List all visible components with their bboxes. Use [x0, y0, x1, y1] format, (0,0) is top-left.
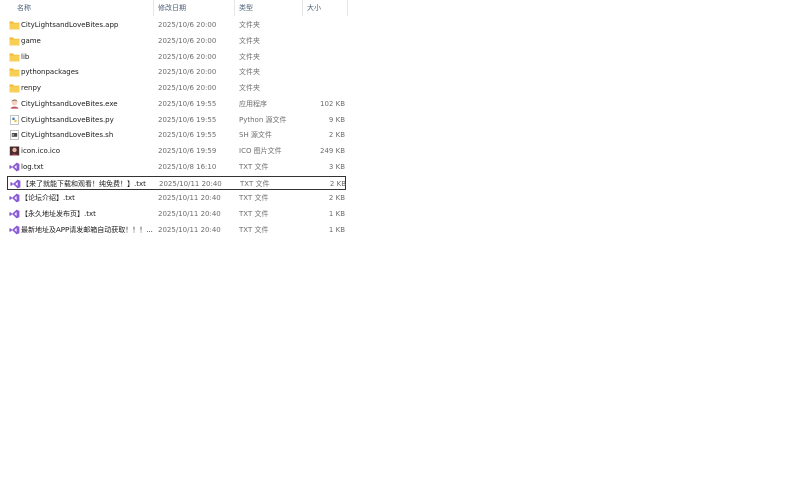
file-type: 文件夹	[239, 21, 260, 29]
folder-icon	[9, 67, 20, 77]
file-type: 应用程序	[239, 99, 267, 108]
file-name: CityLightsandLoveBites.sh	[21, 131, 114, 140]
folder-icon	[9, 83, 20, 93]
file-size	[297, 81, 345, 95]
file-modified-date: 2025/10/6 20:00	[158, 21, 217, 29]
file-row[interactable]: renpy 2025/10/6 20:00 文件夹	[7, 81, 346, 95]
file-name: 【永久地址发布页】.txt	[21, 210, 96, 218]
file-name: renpy	[21, 84, 42, 92]
file-name: CityLightsandLoveBites.app	[21, 21, 119, 29]
file-size: 3 KB	[328, 162, 345, 171]
file-modified-date: 2025/10/11 20:40	[158, 225, 221, 234]
folder-icon	[9, 52, 20, 62]
vs-text-file-icon	[9, 193, 20, 203]
file-name: 【论坛介绍】.txt	[21, 194, 75, 203]
file-size: 1 KB	[328, 225, 345, 234]
file-size	[297, 34, 345, 48]
column-divider[interactable]	[302, 0, 303, 16]
file-size	[297, 65, 345, 79]
file-row[interactable]: game 2025/10/6 20:00 文件夹	[7, 34, 346, 48]
folder-icon	[9, 36, 20, 46]
file-size: 2 KB	[328, 131, 345, 140]
vs-text-file-icon	[9, 225, 20, 235]
column-divider[interactable]	[153, 0, 154, 16]
vs-text-file-icon	[9, 162, 20, 172]
file-type: TXT 文件	[239, 194, 269, 203]
file-type: ICO 图片文件	[239, 147, 282, 155]
python-file-icon	[9, 114, 20, 125]
column-header-type[interactable]: 类型	[239, 0, 299, 16]
file-modified-date: 2025/10/6 20:00	[158, 84, 217, 92]
file-type: TXT 文件	[240, 179, 270, 188]
file-modified-date: 2025/10/6 19:59	[158, 147, 217, 155]
column-divider[interactable]	[347, 0, 348, 16]
file-type: 文件夹	[239, 68, 260, 77]
file-size: 2 KB	[329, 179, 346, 188]
file-name: lib	[21, 52, 30, 61]
file-name: CityLightsandLoveBites.py	[21, 115, 114, 124]
column-header-bar: ^ 名称 修改日期 类型 大小	[0, 0, 350, 16]
file-type: Python 源文件	[239, 115, 287, 124]
file-row[interactable]: log.txt 2025/10/8 16:10 TXT 文件 3 KB	[7, 160, 346, 174]
file-row-selected[interactable]: 【来了就能下载和观看！纯免费！】.txt 2025/10/11 20:40 TXT …	[7, 175, 346, 190]
file-size: 1 KB	[328, 210, 345, 218]
file-row[interactable]: CityLightsandLoveBites.exe 2025/10/6 19:5…	[7, 97, 346, 111]
app-exe-icon	[9, 99, 20, 109]
file-size: 2 KB	[328, 194, 345, 203]
column-header-size[interactable]: 大小	[307, 0, 347, 16]
file-row[interactable]: 【永久地址发布页】.txt 2025/10/11 20:40 TXT 文件 1 KB	[7, 207, 346, 221]
file-modified-date: 2025/10/6 19:55	[158, 99, 217, 108]
shell-script-icon	[9, 130, 20, 141]
file-name: game	[21, 36, 41, 45]
image-file-icon	[9, 146, 20, 156]
file-type: 文件夹	[239, 36, 260, 45]
file-type: 文件夹	[239, 84, 260, 92]
folder-icon	[9, 20, 20, 30]
file-name: pythonpackages	[21, 68, 79, 77]
file-modified-date: 2025/10/11 20:40	[158, 210, 221, 218]
vs-text-file-icon	[9, 209, 20, 219]
file-modified-date: 2025/10/6 20:00	[158, 36, 217, 45]
vs-text-file-icon	[10, 179, 21, 189]
file-name: 【来了就能下载和观看！纯免费！】.txt	[22, 179, 146, 188]
file-name: icon.ico.ico	[21, 147, 60, 155]
column-header-date[interactable]: 修改日期	[158, 0, 228, 16]
file-type: SH 源文件	[239, 131, 272, 140]
file-type: TXT 文件	[239, 210, 269, 218]
file-name: CityLightsandLoveBites.exe	[21, 99, 118, 108]
file-name: 最新地址及APP请发邮箱自动获取！！！...	[21, 225, 153, 234]
file-modified-date: 2025/10/6 19:55	[158, 115, 217, 124]
column-divider[interactable]	[234, 0, 235, 16]
file-size: 9 KB	[328, 115, 345, 124]
file-type: 文件夹	[239, 52, 260, 61]
file-row[interactable]: CityLightsandLoveBites.sh 2025/10/6 19:55…	[7, 128, 346, 142]
file-size: 102 KB	[320, 99, 345, 108]
file-size	[297, 50, 345, 64]
file-row[interactable]: 【论坛介绍】.txt 2025/10/11 20:40 TXT 文件 2 KB	[7, 191, 346, 205]
file-modified-date: 2025/10/11 20:40	[158, 194, 221, 203]
file-row[interactable]: icon.ico.ico 2025/10/6 19:59 ICO 图片文件 249 K…	[7, 144, 346, 158]
file-size	[297, 18, 345, 32]
file-name: log.txt	[21, 162, 44, 171]
file-row[interactable]: CityLightsandLoveBites.py 2025/10/6 19:55…	[7, 113, 346, 127]
file-size: 249 KB	[320, 147, 345, 155]
file-row[interactable]: CityLightsandLoveBites.app 2025/10/6 20:0…	[7, 18, 346, 32]
file-modified-date: 2025/10/6 20:00	[158, 68, 217, 77]
file-modified-date: 2025/10/6 19:55	[158, 131, 217, 140]
file-modified-date: 2025/10/11 20:40	[159, 179, 222, 188]
file-row[interactable]: lib 2025/10/6 20:00 文件夹	[7, 50, 346, 64]
file-modified-date: 2025/10/6 20:00	[158, 52, 217, 61]
file-row[interactable]: 最新地址及APP请发邮箱自动获取！！！... 2025/10/11 20:40 TX…	[7, 223, 346, 237]
file-type: TXT 文件	[239, 225, 269, 234]
file-type: TXT 文件	[239, 162, 269, 171]
file-row[interactable]: pythonpackages 2025/10/6 20:00 文件夹	[7, 65, 346, 79]
file-modified-date: 2025/10/8 16:10	[158, 162, 217, 171]
column-header-name[interactable]: 名称	[17, 0, 147, 16]
